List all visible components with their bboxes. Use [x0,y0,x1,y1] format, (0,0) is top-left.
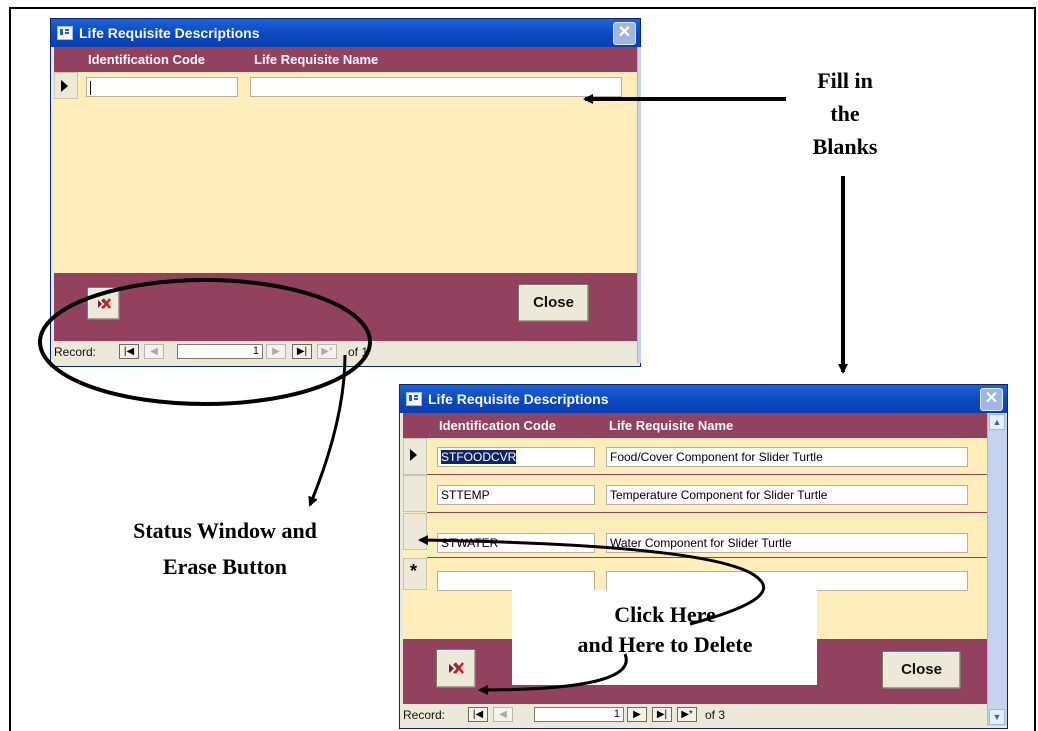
status-ellipse [38,278,372,406]
click-here-arrow-2 [478,653,628,695]
click-here-arrow-1 [418,535,766,626]
annotation-overlay [38,94,848,695]
